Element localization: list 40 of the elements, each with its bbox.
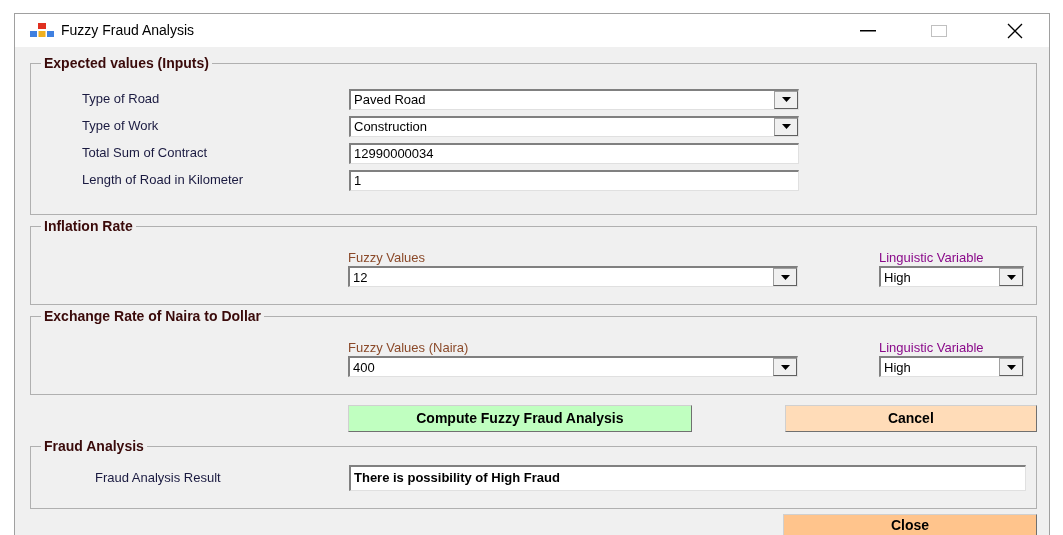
dropdown[interactable]: Construction bbox=[349, 115, 799, 137]
dropdown-arrow-button[interactable] bbox=[774, 117, 798, 136]
result-label: Fraud Analysis Result bbox=[95, 468, 222, 487]
caret-icon bbox=[780, 364, 790, 370]
dropdown[interactable]: 12 bbox=[348, 266, 798, 287]
fuzzy-values-label: Fuzzy Values bbox=[348, 250, 427, 266]
app-icon bbox=[29, 22, 55, 39]
field-label: Length of Road in Kilometer bbox=[82, 171, 245, 190]
dropdown-arrow-button[interactable] bbox=[773, 268, 797, 286]
close-button[interactable]: Close bbox=[783, 514, 1037, 535]
window-title: Fuzzy Fraud Analysis bbox=[61, 21, 195, 40]
close-icon[interactable] bbox=[1007, 22, 1023, 39]
caret-icon bbox=[1006, 364, 1016, 370]
dropdown-arrow-button[interactable] bbox=[774, 90, 798, 109]
group-title: Exchange Rate of Naira to Dollar bbox=[41, 307, 265, 325]
field-label: Total Sum of Contract bbox=[82, 144, 208, 163]
linguistic-variable-label: Linguistic Variable bbox=[879, 250, 985, 266]
minimize-icon[interactable] bbox=[860, 29, 876, 32]
field-label: Type of Work bbox=[82, 117, 160, 136]
caret-icon bbox=[1006, 274, 1016, 280]
caret-icon bbox=[780, 274, 790, 280]
dropdown[interactable]: Paved Road bbox=[349, 88, 799, 110]
caret-icon bbox=[781, 97, 791, 102]
dropdown-arrow-button[interactable] bbox=[999, 268, 1023, 286]
input-field[interactable]: 1 bbox=[349, 169, 799, 191]
field-label: Type of Road bbox=[82, 90, 161, 109]
caret-icon bbox=[781, 124, 791, 129]
group-title: Fraud Analysis bbox=[41, 437, 147, 455]
result-field: There is possibility of High Fraud bbox=[349, 464, 1026, 491]
fuzzy-values-label: Fuzzy Values (Naira) bbox=[348, 340, 470, 356]
input-field[interactable]: 12990000034 bbox=[349, 142, 799, 164]
dropdown[interactable]: High bbox=[879, 356, 1024, 377]
dropdown[interactable]: High bbox=[879, 266, 1024, 287]
dropdown-arrow-button[interactable] bbox=[773, 358, 797, 376]
compute-button[interactable]: Compute Fuzzy Fraud Analysis bbox=[348, 405, 692, 432]
linguistic-variable-label: Linguistic Variable bbox=[879, 340, 985, 356]
group-title: Expected values (Inputs) bbox=[41, 54, 212, 72]
cancel-button[interactable]: Cancel bbox=[784, 405, 1037, 432]
dropdown[interactable]: 400 bbox=[348, 356, 798, 377]
dropdown-arrow-button[interactable] bbox=[999, 358, 1023, 376]
